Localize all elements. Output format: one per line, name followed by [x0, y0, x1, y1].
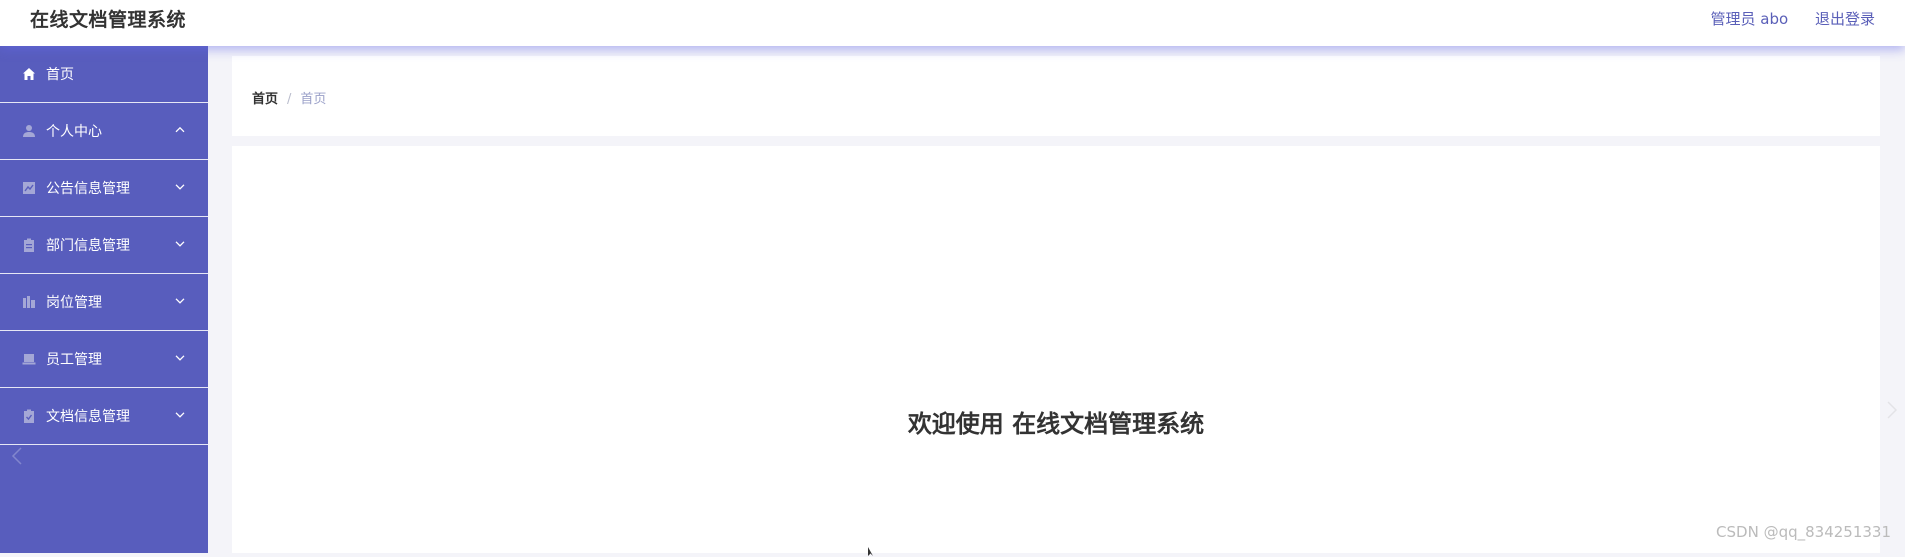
breadcrumb-card: 首页 / 首页 — [232, 56, 1880, 136]
sidebar-item-departments[interactable]: 部门信息管理 — [0, 217, 208, 274]
sidebar-item-personal-center[interactable]: 个人中心 — [0, 103, 208, 160]
chevron-down-icon — [175, 412, 185, 418]
top-header: 在线文档管理系统 管理员 abo 退出登录 — [0, 0, 1905, 46]
laptop-icon — [22, 352, 36, 366]
sidebar: 首页 个人中心 公告信息管理 部门信息管理 岗位管理 员工管理 文档信息管理 — [0, 46, 208, 553]
welcome-text: 欢迎使用 在线文档管理系统 — [907, 410, 1205, 438]
chevron-down-icon — [175, 355, 185, 361]
clipboard-icon — [22, 238, 36, 252]
chevron-right-icon[interactable] — [1885, 400, 1899, 420]
breadcrumb-separator: / — [287, 92, 292, 107]
header-user-area: 管理员 abo 退出登录 — [1689, 8, 1875, 29]
mouse-cursor-icon — [868, 547, 873, 556]
user-icon — [22, 124, 36, 138]
sidebar-item-announcements[interactable]: 公告信息管理 — [0, 160, 208, 217]
main-content: 首页 / 首页 欢迎使用 在线文档管理系统 — [208, 46, 1905, 553]
breadcrumb: 首页 / 首页 — [252, 88, 326, 107]
chevron-up-icon — [175, 126, 185, 133]
building-icon — [22, 295, 36, 309]
sidebar-item-label: 公告信息管理 — [46, 181, 130, 197]
sidebar-item-documents[interactable]: 文档信息管理 — [0, 388, 208, 445]
home-icon — [22, 67, 36, 81]
sidebar-item-label: 个人中心 — [46, 124, 102, 140]
logout-link[interactable]: 退出登录 — [1815, 10, 1875, 28]
sidebar-item-label: 岗位管理 — [46, 295, 102, 311]
welcome-panel: 欢迎使用 在线文档管理系统 — [232, 146, 1880, 553]
chart-icon — [22, 181, 36, 195]
sidebar-item-home[interactable]: 首页 — [0, 46, 208, 103]
app-title: 在线文档管理系统 — [30, 9, 187, 31]
sidebar-item-positions[interactable]: 岗位管理 — [0, 274, 208, 331]
breadcrumb-current: 首页 — [300, 92, 327, 107]
sidebar-item-label: 部门信息管理 — [46, 238, 130, 254]
breadcrumb-home-link[interactable]: 首页 — [252, 92, 278, 107]
clipboard-check-icon — [22, 409, 36, 423]
watermark: CSDN @qq_834251331 — [1716, 523, 1891, 541]
sidebar-item-label: 员工管理 — [46, 352, 102, 368]
admin-label: 管理员 abo — [1710, 10, 1789, 28]
sidebar-item-employees[interactable]: 员工管理 — [0, 331, 208, 388]
sidebar-item-label: 文档信息管理 — [46, 409, 130, 425]
chevron-left-icon[interactable] — [10, 446, 24, 466]
sidebar-item-label: 首页 — [46, 67, 74, 83]
chevron-down-icon — [175, 241, 185, 247]
chevron-down-icon — [175, 298, 185, 304]
chevron-down-icon — [175, 184, 185, 190]
